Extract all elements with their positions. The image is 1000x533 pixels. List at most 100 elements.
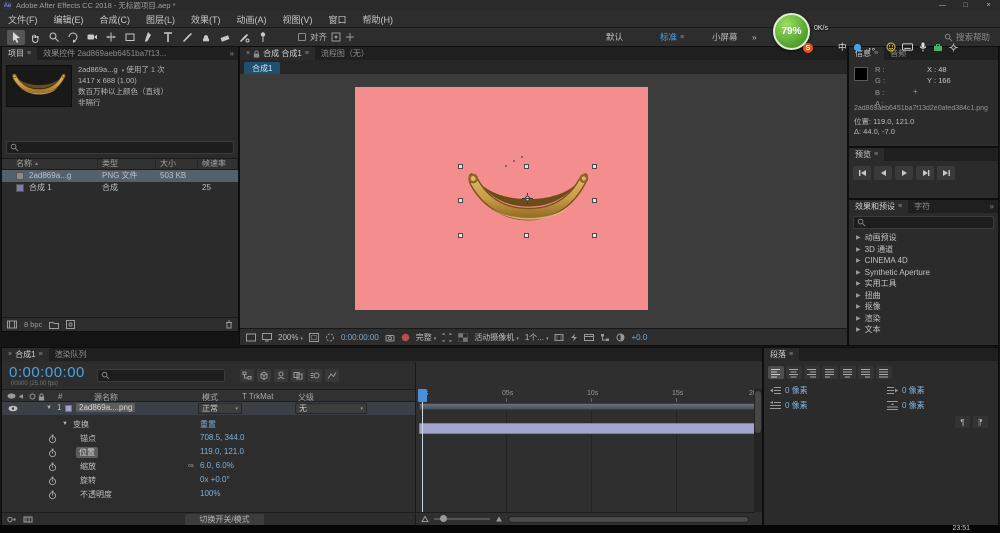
fx-category-keying[interactable]: ▶ 抠像: [849, 301, 998, 313]
tab-composition[interactable]: × 合成 合成1 ≡: [240, 47, 315, 60]
selection-handle-bottom-left[interactable]: [458, 233, 463, 238]
property-row-scale[interactable]: 缩放 ∞ 6.0, 6.0%: [2, 460, 415, 473]
property-row-rotation[interactable]: 旋转 0x +0.0°: [2, 474, 415, 487]
align-right-button[interactable]: [804, 366, 820, 379]
stopwatch-icon[interactable]: [48, 448, 57, 458]
pixel-aspect-correction-icon[interactable]: [554, 333, 564, 342]
property-value[interactable]: 119.0, 121.0: [200, 447, 244, 456]
camera-tool-icon[interactable]: [83, 30, 101, 45]
twirl-closed-icon[interactable]: ▶: [856, 246, 861, 253]
last-frame-button[interactable]: [937, 166, 955, 180]
selection-handle-top-left[interactable]: [458, 164, 463, 169]
menu-file[interactable]: 文件(F): [0, 13, 46, 26]
zoom-slider-knob[interactable]: [440, 515, 447, 522]
mini-timeline-icon[interactable]: [584, 333, 595, 342]
tab-overflow-icon[interactable]: »: [990, 202, 998, 211]
fx-category-utility[interactable]: ▶ 实用工具: [849, 278, 998, 290]
property-row-position[interactable]: 位置 119.0, 121.0: [2, 446, 415, 459]
fx-category-3d-channel[interactable]: ▶ 3D 通道: [849, 244, 998, 256]
align-left-button[interactable]: [768, 366, 784, 379]
twirl-closed-icon[interactable]: ▶: [856, 234, 861, 241]
ltr-direction-button[interactable]: ¶: [955, 416, 970, 428]
type-tool-icon[interactable]: [159, 30, 177, 45]
indent-right-field[interactable]: 0 像素: [887, 385, 992, 396]
menu-animation[interactable]: 动画(A): [229, 13, 275, 26]
twirl-closed-icon[interactable]: ▶: [856, 303, 861, 310]
safe-margins-icon[interactable]: [308, 332, 319, 342]
region-of-interest-icon[interactable]: [442, 333, 452, 342]
property-row-opacity[interactable]: 不透明度 100%: [2, 488, 415, 501]
panel-menu-icon[interactable]: ≡: [39, 351, 43, 358]
tab-paragraph[interactable]: 段落 ≡: [764, 348, 800, 361]
magnification-select[interactable]: 200% ▾: [278, 333, 303, 342]
comp-flowchart-icon[interactable]: [600, 333, 610, 342]
fx-category-animation-presets[interactable]: ▶ 动画预设: [849, 232, 998, 244]
ime-toolbox-icon[interactable]: [933, 43, 943, 52]
hide-shy-layers-icon[interactable]: [274, 369, 288, 382]
tab-project[interactable]: 项目 ≡: [2, 47, 38, 60]
indent-left-field[interactable]: 0 像素: [770, 385, 875, 396]
brush-tool-icon[interactable]: [178, 30, 196, 45]
layer-source-name[interactable]: 2ad869a....png: [76, 403, 136, 412]
zoom-out-frames-icon[interactable]: [421, 515, 429, 523]
snap-checkbox[interactable]: [298, 33, 306, 41]
twirl-closed-icon[interactable]: ▶: [856, 269, 861, 276]
ime-mode-icon[interactable]: [853, 43, 862, 52]
pen-tool-icon[interactable]: [140, 30, 158, 45]
eraser-tool-icon[interactable]: [216, 30, 234, 45]
space-before-value[interactable]: 0 像素: [902, 400, 925, 411]
menu-composition[interactable]: 合成(C): [92, 13, 139, 26]
always-preview-icon[interactable]: [246, 333, 256, 342]
justify-last-right-button[interactable]: [858, 366, 874, 379]
roto-brush-tool-icon[interactable]: [235, 30, 253, 45]
justify-last-left-button[interactable]: [822, 366, 838, 379]
tab-character[interactable]: 字符: [908, 200, 936, 213]
snap-option-icon-1[interactable]: [331, 32, 341, 42]
space-before-field[interactable]: 0 像素: [887, 400, 992, 411]
show-channel-icon[interactable]: [401, 333, 410, 342]
twirl-closed-icon[interactable]: ▶: [856, 292, 861, 299]
workspace-standard[interactable]: 标准 ≡: [660, 28, 684, 46]
project-search-input[interactable]: [22, 142, 230, 152]
selection-handle-top-right[interactable]: [592, 164, 597, 169]
new-composition-icon[interactable]: [66, 320, 76, 329]
expand-layer-switches-icon[interactable]: [7, 515, 17, 524]
tab-effect-controls[interactable]: 效果控件 2ad869aeb6451ba7f13...: [37, 47, 172, 60]
twirl-closed-icon[interactable]: ▶: [856, 315, 861, 322]
fx-category-synthetic-aperture[interactable]: ▶ Synthetic Aperture: [849, 267, 998, 279]
zoom-in-frames-icon[interactable]: [495, 515, 503, 523]
column-trkmat[interactable]: T TrkMat: [242, 392, 273, 401]
layer-duration-bar[interactable]: [419, 423, 757, 434]
menu-help[interactable]: 帮助(H): [355, 13, 402, 26]
minimize-button[interactable]: —: [931, 0, 954, 11]
tab-timeline-comp1[interactable]: × 合成1 ≡: [2, 348, 49, 361]
puppet-pin-tool-icon[interactable]: [254, 30, 272, 45]
workspace-small-screen[interactable]: 小屏幕: [712, 28, 738, 46]
ime-settings-icon[interactable]: [949, 42, 958, 52]
pan-behind-tool-icon[interactable]: [102, 30, 120, 45]
tab-effects-presets[interactable]: 效果和预设 ≡: [849, 200, 909, 213]
transparency-grid-icon[interactable]: [458, 332, 469, 342]
zoom-tool-icon[interactable]: [45, 30, 63, 45]
selection-handle-top-center[interactable]: [524, 164, 529, 169]
menu-layer[interactable]: 图层(L): [138, 13, 183, 26]
layer-label-chip[interactable]: [65, 405, 72, 412]
footage-dropdown-icon[interactable]: ▾: [122, 68, 125, 74]
frame-blend-icon[interactable]: [291, 369, 305, 382]
property-value[interactable]: 0x +0.0°: [200, 475, 230, 484]
stopwatch-icon[interactable]: [48, 462, 57, 472]
workspace-menu-icon[interactable]: ≡: [680, 34, 684, 41]
resolution-select[interactable]: 完整 ▾: [416, 332, 437, 343]
interpret-footage-icon[interactable]: [7, 320, 17, 329]
main-viewer-icon[interactable]: [262, 332, 272, 342]
selection-tool-icon[interactable]: [6, 29, 25, 45]
snapshot-icon[interactable]: [385, 333, 395, 342]
composition-viewer[interactable]: [240, 74, 847, 328]
workspace-default[interactable]: 默认: [606, 28, 623, 46]
column-name[interactable]: 名称: [16, 158, 32, 169]
tab-overflow-icon[interactable]: »: [230, 49, 238, 58]
property-name[interactable]: 锚点: [80, 433, 96, 444]
property-value[interactable]: 6.0, 6.0%: [200, 461, 234, 470]
exposure-value[interactable]: +0.0: [631, 333, 647, 342]
transform-group-label[interactable]: 变换: [73, 419, 89, 430]
